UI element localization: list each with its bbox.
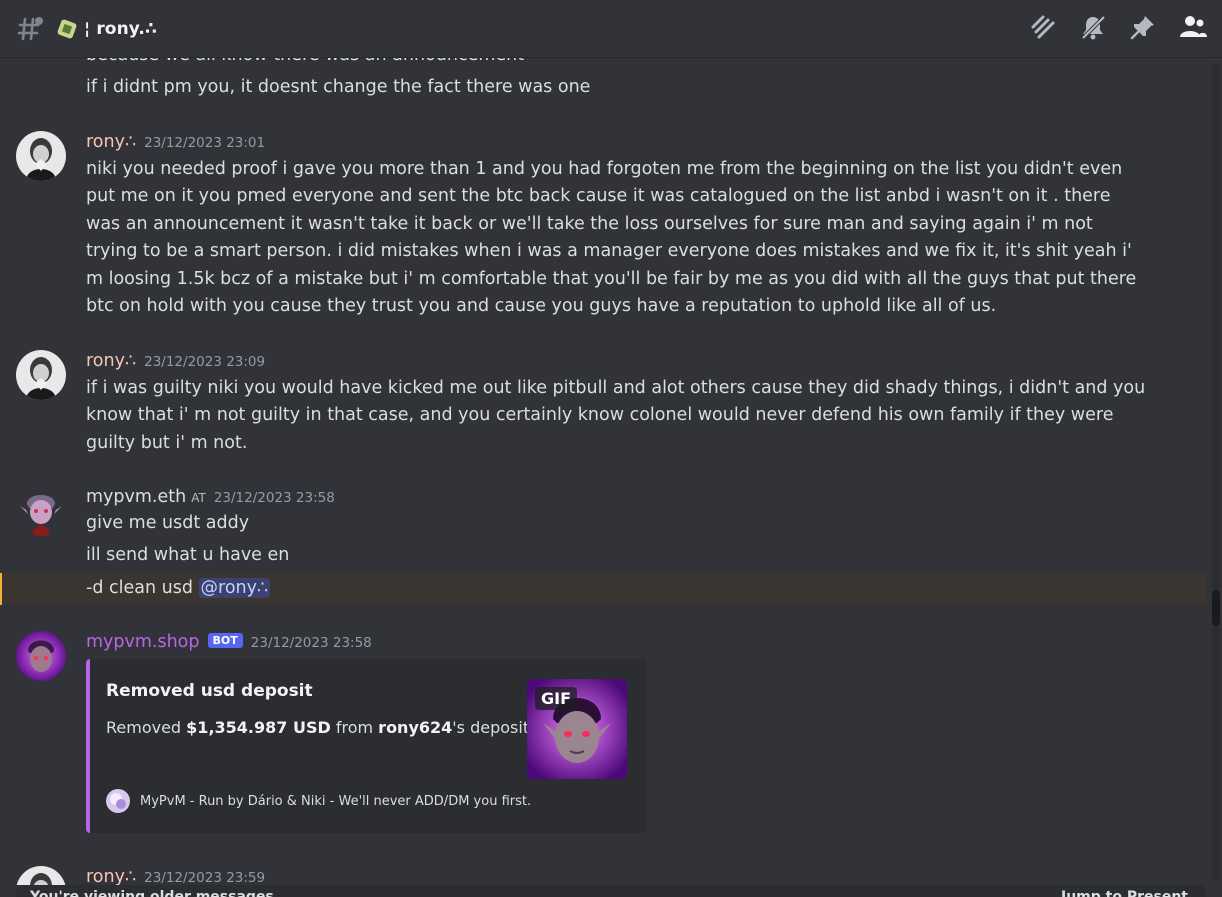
embed-user: rony624 xyxy=(378,718,453,737)
username[interactable]: mypvm.shop xyxy=(86,632,200,652)
message-list[interactable]: because we all know there was an announc… xyxy=(0,58,1210,885)
embed-footer-text: MyPvM - Run by Dário & Niki - We'll neve… xyxy=(140,793,532,809)
message-text: niki you needed proof i gave you more th… xyxy=(86,159,1137,317)
avatar[interactable] xyxy=(16,350,66,400)
avatar[interactable] xyxy=(16,131,66,181)
embed-desc-suffix: 's deposit xyxy=(452,718,530,737)
older-messages-label: You're viewing older messages xyxy=(30,889,274,897)
embed-footer: MyPvM - Run by Dário & Niki - We'll neve… xyxy=(106,789,531,813)
embed-title: Removed usd deposit xyxy=(106,681,313,701)
gif-badge: GIF xyxy=(535,687,578,710)
server-tag: AT xyxy=(191,491,206,505)
bot-badge: BOT xyxy=(207,633,243,648)
timestamp: 23/12/2023 23:59 xyxy=(144,870,266,885)
embed-description: Removed $1,354.987 USD from rony624's de… xyxy=(106,716,557,737)
mute-bell-icon[interactable] xyxy=(1078,12,1108,42)
timestamp: 23/12/2023 23:09 xyxy=(144,354,266,370)
user-mention[interactable]: @rony∴ xyxy=(198,578,271,598)
embed-desc-prefix: Removed xyxy=(106,718,187,737)
threaded-channel-icon xyxy=(16,14,46,44)
timestamp: 23/12/2023 23:01 xyxy=(144,135,266,151)
avatar[interactable] xyxy=(16,486,66,536)
scrollbar-thumb[interactable] xyxy=(1212,590,1220,626)
message-text: -d clean usd @rony∴ xyxy=(86,575,271,602)
channel-header: ¦ rony.∴ xyxy=(0,0,1222,58)
embed-desc-mid: from xyxy=(330,718,379,737)
message-text: if i was guilty niki you would have kick… xyxy=(86,378,1146,453)
jump-to-present-button[interactable]: Jump to Present xyxy=(1061,889,1188,897)
timestamp: 23/12/2023 23:58 xyxy=(213,490,335,506)
channel-name: ¦ rony.∴ xyxy=(84,18,157,39)
pin-icon[interactable] xyxy=(1128,12,1158,42)
message-command-text: -d clean usd xyxy=(86,578,193,598)
message-text: because we all know there was an announc… xyxy=(86,58,524,69)
username[interactable]: rony∴ xyxy=(86,132,136,152)
avatar[interactable] xyxy=(16,866,66,885)
username[interactable]: mypvm.eth xyxy=(86,487,186,507)
message-text: if i didnt pm you, it doesnt change the … xyxy=(86,77,591,97)
channel-emoji-icon xyxy=(56,18,78,40)
bot-avatar[interactable] xyxy=(16,631,66,681)
bot-embed: Removed usd deposit Removed $1,354.987 U… xyxy=(86,659,647,833)
threads-icon[interactable] xyxy=(1028,12,1058,42)
username[interactable]: rony∴ xyxy=(86,351,136,371)
embed-amount: $1,354.987 USD xyxy=(186,718,331,737)
member-list-icon[interactable] xyxy=(1178,12,1208,42)
footer-icon xyxy=(106,789,130,813)
scrollbar[interactable] xyxy=(1212,62,1220,882)
message-text: give me usdt addy xyxy=(86,513,250,533)
timestamp: 23/12/2023 23:58 xyxy=(250,635,372,651)
message-text: ill send what u have en xyxy=(86,545,290,565)
username[interactable]: rony∴ xyxy=(86,867,136,885)
older-messages-bar[interactable]: You're viewing older messages Jump to Pr… xyxy=(16,885,1206,897)
embed-gif-thumbnail[interactable]: GIF xyxy=(527,679,627,779)
